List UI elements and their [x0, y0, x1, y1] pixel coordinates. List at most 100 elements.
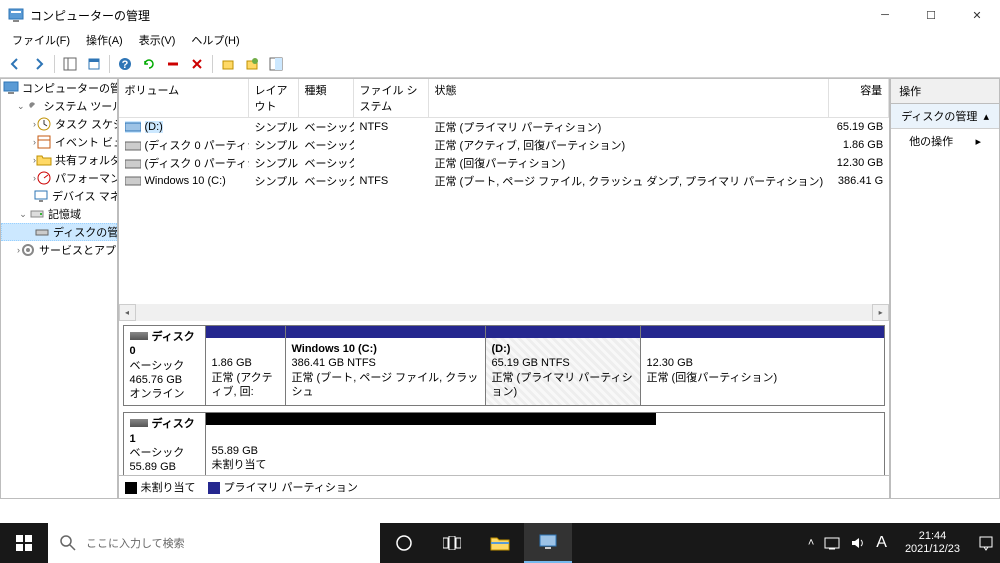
toolbar: ?: [0, 50, 1000, 78]
event-icon: [36, 134, 52, 150]
maximize-button[interactable]: ☐: [908, 0, 954, 30]
tray-chevron-icon[interactable]: ˄: [808, 537, 814, 549]
window-title: コンピューターの管理: [30, 7, 862, 24]
disk-row[interactable]: ディスク 0 ベーシック465.76 GBオンライン 1.86 GB正常 (アク…: [123, 325, 886, 406]
disk-info[interactable]: ディスク 1 ベーシック55.89 GBオンライン: [124, 413, 206, 475]
volume-row[interactable]: (ディスク 0 パーティション 4) シンプルベーシック正常 (回復パーティショ…: [119, 154, 890, 172]
gear-icon: [20, 242, 36, 258]
volume-row[interactable]: (ディスク 0 パーティション 1) シンプルベーシック正常 (アクティブ, 回…: [119, 136, 890, 154]
storage-icon: [29, 206, 45, 222]
network-icon[interactable]: [824, 535, 840, 551]
tree-devmgr[interactable]: デバイス マネージャー: [1, 187, 117, 205]
menu-help[interactable]: ヘルプ(H): [183, 30, 247, 50]
compmgmt-taskbar-button[interactable]: [524, 523, 572, 563]
clock-icon: [36, 116, 52, 132]
disk-graphical-view: ディスク 0 ベーシック465.76 GBオンライン 1.86 GB正常 (アク…: [119, 321, 890, 475]
search-icon: [60, 535, 76, 551]
navigation-tree[interactable]: コンピューターの管理 (ローカル) ⌄システム ツール ›タスク スケジューラ …: [0, 78, 118, 499]
clock[interactable]: 21:442021/12/23: [897, 530, 968, 556]
start-button[interactable]: [0, 523, 48, 563]
svg-text:?: ?: [122, 59, 129, 71]
actions-other[interactable]: 他の操作▸: [891, 129, 999, 153]
tree-perf[interactable]: ›パフォーマンス: [1, 169, 117, 187]
col-capacity[interactable]: 容量: [829, 79, 889, 117]
titlebar: コンピューターの管理 ─ ☐ ✕: [0, 0, 1000, 30]
drive-icon: [130, 419, 148, 427]
scroll-track[interactable]: [136, 304, 873, 321]
search-box[interactable]: ここに入力して検索: [48, 523, 380, 563]
computer-icon: [539, 534, 557, 550]
device-icon: [33, 188, 49, 204]
disk-info[interactable]: ディスク 0 ベーシック465.76 GBオンライン: [124, 326, 206, 405]
perf-icon: [36, 170, 52, 186]
menu-action[interactable]: 操作(A): [78, 30, 131, 50]
disk-icon: [34, 224, 50, 240]
help-button[interactable]: ?: [114, 53, 136, 75]
minimize-button[interactable]: ─: [862, 0, 908, 30]
col-volume[interactable]: ボリューム: [119, 79, 249, 117]
partition-unallocated[interactable]: 55.89 GB未割り当て: [206, 413, 656, 475]
system-tray[interactable]: ˄ A 21:442021/12/23: [808, 523, 1000, 563]
volume-row[interactable]: (D:) シンプルベーシックNTFS正常 (プライマリ パーティション)65.1…: [119, 118, 890, 136]
tree-event[interactable]: ›イベント ビューアー: [1, 133, 117, 151]
volume-icon[interactable]: [850, 535, 866, 551]
properties-button[interactable]: [83, 53, 105, 75]
tree-root[interactable]: コンピューターの管理 (ローカル): [1, 79, 117, 97]
col-fs[interactable]: ファイル システム: [354, 79, 429, 117]
collapse-icon: ▴: [983, 110, 989, 123]
back-button[interactable]: [4, 53, 26, 75]
horizontal-scrollbar[interactable]: ◂ ▸: [119, 304, 890, 321]
col-status[interactable]: 状態: [429, 79, 830, 117]
tree-diskmgmt[interactable]: ディスクの管理: [1, 223, 117, 241]
scroll-right-button[interactable]: ▸: [872, 304, 889, 321]
taskview-button[interactable]: [428, 523, 476, 563]
menubar: ファイル(F) 操作(A) 表示(V) ヘルプ(H): [0, 30, 1000, 50]
legend-swatch-primary: [208, 482, 220, 494]
legend: 未割り当て プライマリ パーティション: [119, 475, 890, 498]
drive-icon: [130, 332, 148, 340]
ime-indicator[interactable]: A: [876, 534, 887, 552]
volume-row[interactable]: Windows 10 (C:) シンプルベーシックNTFS正常 (ブート, ペー…: [119, 172, 890, 190]
show-hide-tree-button[interactable]: [59, 53, 81, 75]
actions-group[interactable]: ディスクの管理▴: [891, 104, 999, 129]
app-icon: [8, 7, 24, 23]
legend-swatch-unallocated: [125, 482, 137, 494]
partition-selected[interactable]: (D:)65.19 GB NTFS正常 (プライマリ パーティション): [486, 326, 641, 405]
folder-icon: [490, 535, 510, 551]
tree-storage[interactable]: ⌄記憶域: [1, 205, 117, 223]
explorer-button[interactable]: [476, 523, 524, 563]
delete-button[interactable]: [186, 53, 208, 75]
cortana-button[interactable]: [380, 523, 428, 563]
partition[interactable]: 12.30 GB正常 (回復パーティション): [641, 326, 885, 405]
disk-row[interactable]: ディスク 1 ベーシック55.89 GBオンライン 55.89 GB未割り当て: [123, 412, 886, 475]
remove-button[interactable]: [162, 53, 184, 75]
tree-systools[interactable]: ⌄システム ツール: [1, 97, 117, 115]
actions-pane: 操作 ディスクの管理▴ 他の操作▸: [890, 78, 1000, 499]
center-pane: ボリューム レイアウト 種類 ファイル システム 状態 容量 (D:) シンプル…: [118, 78, 891, 499]
action2-button[interactable]: [241, 53, 263, 75]
close-button[interactable]: ✕: [954, 0, 1000, 30]
chevron-right-icon: ▸: [975, 135, 981, 148]
computer-icon: [3, 80, 19, 96]
forward-button[interactable]: [28, 53, 50, 75]
col-type[interactable]: 種類: [299, 79, 354, 117]
notifications-icon[interactable]: [978, 535, 994, 551]
menu-view[interactable]: 表示(V): [131, 30, 184, 50]
menu-file[interactable]: ファイル(F): [4, 30, 78, 50]
tree-task[interactable]: ›タスク スケジューラ: [1, 115, 117, 133]
action3-button[interactable]: [265, 53, 287, 75]
windows-icon: [16, 535, 32, 551]
partition[interactable]: 1.86 GB正常 (アクティブ, 回:: [206, 326, 286, 405]
scroll-left-button[interactable]: ◂: [119, 304, 136, 321]
tree-shared[interactable]: ›共有フォルダー: [1, 151, 117, 169]
action1-button[interactable]: [217, 53, 239, 75]
partition[interactable]: Windows 10 (C:)386.41 GB NTFS正常 (ブート, ペー…: [286, 326, 486, 405]
col-layout[interactable]: レイアウト: [249, 79, 299, 117]
volume-list-header[interactable]: ボリューム レイアウト 種類 ファイル システム 状態 容量: [119, 79, 890, 118]
volume-list[interactable]: (D:) シンプルベーシックNTFS正常 (プライマリ パーティション)65.1…: [119, 118, 890, 304]
refresh-button[interactable]: [138, 53, 160, 75]
folder-icon: [36, 152, 52, 168]
tree-services[interactable]: ›サービスとアプリケーション: [1, 241, 117, 259]
taskview-icon: [443, 536, 461, 550]
taskbar[interactable]: ここに入力して検索 ˄ A 21:442021/12/23: [0, 523, 1000, 563]
